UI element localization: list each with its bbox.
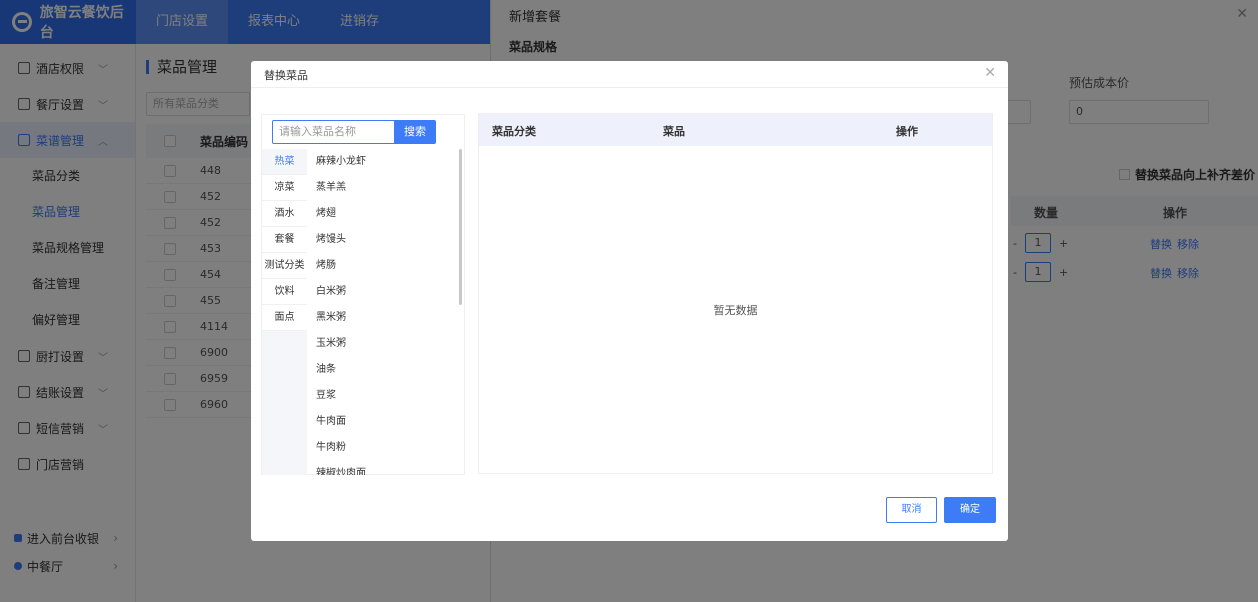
dish-item[interactable]: 麻辣小龙虾 [316,149,456,175]
dish-item[interactable]: 油条 [316,357,456,383]
dish-item[interactable]: 烤翅 [316,201,456,227]
category-item[interactable]: 饮料 [262,279,307,305]
category-list: 热菜 凉菜 酒水 套餐 测试分类 饮料 面点 [262,149,307,475]
dish-search-input[interactable]: 请输入菜品名称 [272,120,395,144]
column-header-dish: 菜品 [663,125,685,138]
close-icon[interactable]: ✕ [984,65,996,81]
column-header-action: 操作 [896,125,918,138]
dialog-title: 替换菜品 [264,69,308,82]
replace-dish-dialog: 替换菜品 ✕ 请输入菜品名称 搜索 热菜 凉菜 酒水 套餐 测试分类 饮料 面点… [251,61,1008,541]
table-header: 菜品分类 菜品 操作 [479,114,992,146]
category-item[interactable]: 套餐 [262,227,307,253]
dish-item[interactable]: 白米粥 [316,279,456,305]
dish-item[interactable]: 蒸羊羔 [316,175,456,201]
search-button[interactable]: 搜索 [394,120,436,144]
dish-list-scrollbar[interactable] [459,149,462,305]
dish-item[interactable]: 豆浆 [316,383,456,409]
dish-picker-panel: 请输入菜品名称 搜索 热菜 凉菜 酒水 套餐 测试分类 饮料 面点 麻辣小龙虾 … [261,114,465,475]
dish-item[interactable]: 黑米粥 [316,305,456,331]
category-item[interactable]: 面点 [262,305,307,331]
dish-item[interactable]: 牛肉面 [316,409,456,435]
category-item[interactable]: 酒水 [262,201,307,227]
dish-item[interactable]: 烤肠 [316,253,456,279]
cancel-button[interactable]: 取消 [886,497,937,523]
dish-item[interactable]: 牛肉粉 [316,435,456,461]
category-item[interactable]: 热菜 [262,149,307,175]
dialog-header: 替换菜品 ✕ [251,61,1008,88]
dish-item[interactable]: 辣椒炒肉面 [316,461,456,475]
category-item[interactable]: 凉菜 [262,175,307,201]
column-header-category: 菜品分类 [492,125,536,138]
dish-item[interactable]: 烤馒头 [316,227,456,253]
category-item[interactable]: 测试分类 [262,253,307,279]
empty-state-text: 暂无数据 [713,304,758,317]
dish-item[interactable]: 玉米粥 [316,331,456,357]
dish-list: 麻辣小龙虾 蒸羊羔 烤翅 烤馒头 烤肠 白米粥 黑米粥 玉米粥 油条 豆浆 牛肉… [316,149,456,475]
selected-dish-table: 菜品分类 菜品 操作 暂无数据 [478,113,993,474]
confirm-button[interactable]: 确定 [944,497,996,523]
